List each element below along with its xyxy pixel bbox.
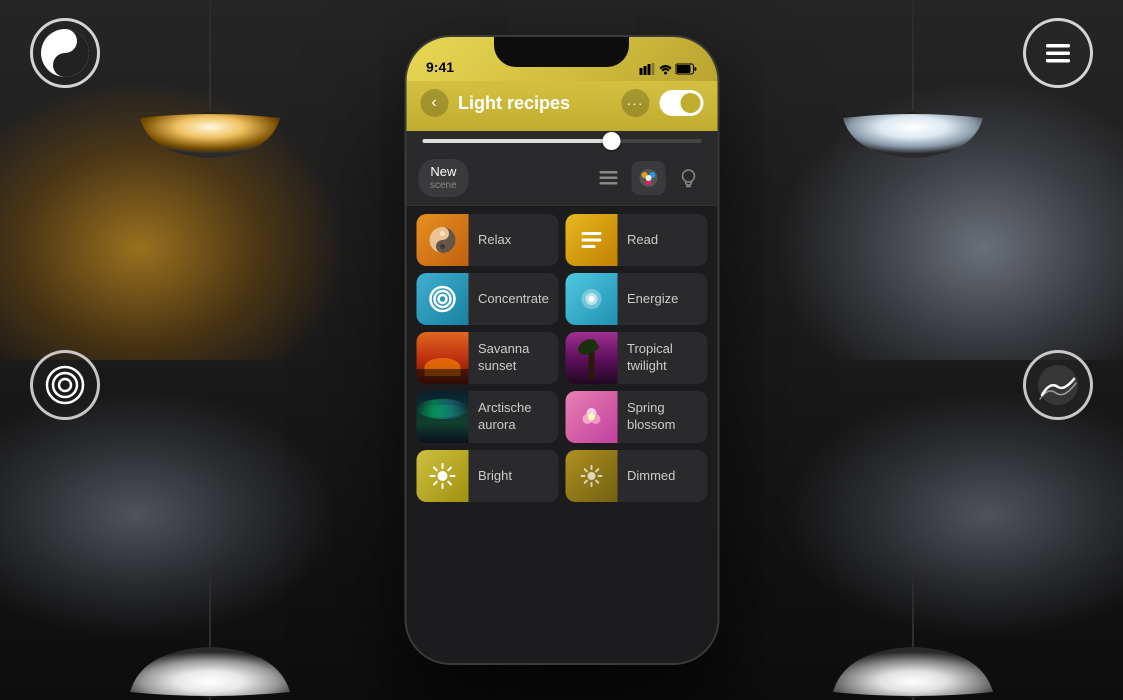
new-label: New: [430, 164, 456, 180]
target-icon: [30, 350, 100, 420]
lamp-bottom-left: [100, 570, 320, 700]
recipe-card-savanna[interactable]: Savanna sunset: [416, 332, 558, 384]
recipe-card-tropical[interactable]: Tropical twilight: [565, 332, 707, 384]
recipe-name-read: Read: [617, 232, 668, 247]
lamp-bottom-right: [803, 570, 1023, 700]
slider-track: [422, 139, 701, 143]
bulb-button[interactable]: [671, 161, 705, 195]
slider-fill: [422, 139, 612, 143]
recipe-name-arctic: Arctische aurora: [468, 400, 558, 434]
app-header: ‹ Light recipes ···: [406, 81, 717, 131]
recipe-icon-bright: [416, 450, 468, 502]
recipe-name-spring: Spring blossom: [617, 400, 707, 434]
page-title: Light recipes: [458, 93, 611, 114]
status-icons: [639, 63, 697, 75]
more-options-button[interactable]: ···: [621, 89, 649, 117]
recipe-icon-dimmed: [565, 450, 617, 502]
recipe-card-concentrate[interactable]: Concentrate: [416, 273, 558, 325]
recipe-card-bright[interactable]: Bright: [416, 450, 558, 502]
toggle-switch[interactable]: [659, 90, 703, 116]
recipe-card-read[interactable]: Read: [565, 214, 707, 266]
recipe-name-concentrate: Concentrate: [468, 291, 558, 306]
recipe-icon-savanna: [416, 332, 468, 384]
recipe-name-bright: Bright: [468, 468, 522, 483]
recipe-icon-arctic: [416, 391, 468, 443]
phone-notch: [494, 37, 629, 67]
lamp-top-right: [803, 0, 1023, 160]
status-time: 9:41: [426, 59, 454, 75]
palette-button[interactable]: [631, 161, 665, 195]
menu-icon[interactable]: [1023, 18, 1093, 88]
scene-sublabel: scene: [430, 180, 457, 192]
recipe-card-dimmed[interactable]: Dimmed: [565, 450, 707, 502]
recipe-name-energize: Energize: [617, 291, 688, 306]
recipe-card-arctic[interactable]: Arctische aurora: [416, 391, 558, 443]
recipe-card-energize[interactable]: Energize: [565, 273, 707, 325]
recipe-icon-read: [565, 214, 617, 266]
recipe-icon-concentrate: [416, 273, 468, 325]
phone-wrapper: 9:41: [404, 35, 719, 665]
new-scene-button[interactable]: New scene: [418, 159, 469, 197]
back-button[interactable]: ‹: [420, 89, 448, 117]
mountain-icon: [1023, 350, 1093, 420]
recipe-name-relax: Relax: [468, 232, 521, 247]
phone-screen: 9:41: [406, 37, 717, 663]
recipe-icon-energize: [565, 273, 617, 325]
phone-body: 9:41: [404, 35, 719, 665]
yin-yang-icon: [30, 18, 100, 88]
recipe-name-dimmed: Dimmed: [617, 468, 685, 483]
list-view-button[interactable]: [591, 161, 625, 195]
brightness-slider[interactable]: [406, 131, 717, 151]
recipes-grid: Relax Read: [406, 206, 717, 510]
recipe-card-spring[interactable]: Spring blossom: [565, 391, 707, 443]
recipe-icon-relax: [416, 214, 468, 266]
toggle-knob: [680, 93, 700, 113]
recipe-name-tropical: Tropical twilight: [617, 341, 707, 375]
recipe-icon-tropical: [565, 332, 617, 384]
lamp-top-left: [100, 0, 320, 160]
recipe-name-savanna: Savanna sunset: [468, 341, 558, 375]
recipe-icon-spring: [565, 391, 617, 443]
slider-thumb[interactable]: [603, 132, 621, 150]
recipe-card-relax[interactable]: Relax: [416, 214, 558, 266]
scene-toolbar: New scene: [406, 151, 717, 206]
